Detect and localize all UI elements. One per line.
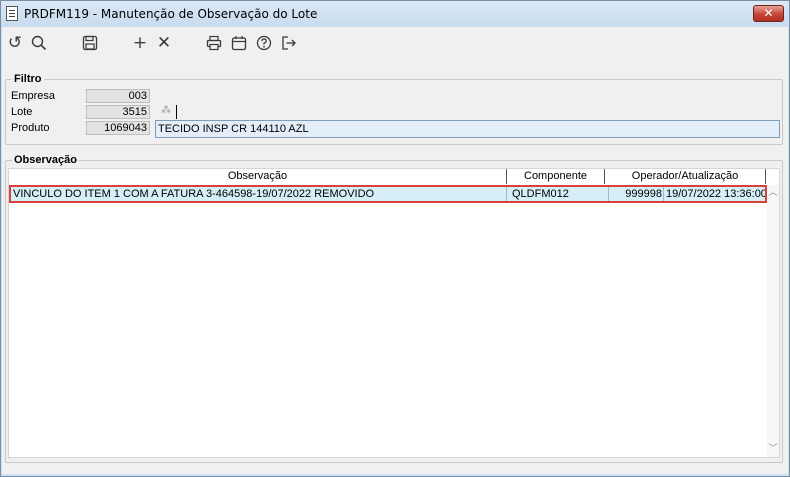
empresa-label: Empresa [11, 90, 56, 102]
column-header-componente[interactable]: Componente [507, 169, 605, 184]
column-header-observacao[interactable]: Observação [9, 169, 507, 184]
help-icon[interactable] [254, 33, 274, 53]
scroll-up-icon[interactable]: ︿ [768, 187, 778, 197]
empresa-field[interactable]: 003 [86, 89, 150, 103]
filter-group-title: Filtro [12, 73, 44, 86]
scroll-down-icon[interactable]: ﹀ [768, 443, 778, 453]
cell-observacao: VINCULO DO ITEM 1 COM A FATURA 3-464598-… [13, 187, 507, 201]
app-window: PRDFM119 - Manutenção de Observação do L… [0, 0, 790, 477]
exit-icon[interactable] [279, 33, 299, 53]
search-icon[interactable] [29, 33, 49, 53]
save-icon[interactable] [80, 33, 100, 53]
produto-label: Produto [11, 122, 50, 134]
vertical-scrollbar[interactable]: ︿ ﹀ [767, 185, 779, 457]
observacao-group-title: Observação [12, 154, 79, 167]
cell-atualizacao: 19/07/2022 13:36:00 [666, 188, 765, 200]
add-icon[interactable]: + [130, 33, 150, 53]
cell-operador: 999998 [609, 187, 664, 201]
produto-code-field[interactable]: 1069043 [86, 121, 150, 135]
print-icon[interactable] [204, 33, 224, 53]
client-area: ↺ + ✕ Filtro Empresa 003 Lote 3515 ⁂ Pro… [2, 27, 788, 474]
lote-field[interactable]: 3515 [86, 105, 150, 119]
column-header-operador[interactable]: Operador/Atualização [605, 169, 766, 184]
lote-label: Lote [11, 106, 33, 118]
undo-icon[interactable]: ↺ [5, 33, 25, 53]
calendar-icon[interactable] [229, 33, 249, 53]
cancel-icon[interactable]: ✕ [154, 33, 174, 53]
observacao-grid: Observação Componente Operador/Atualizaç… [8, 168, 780, 458]
produto-description-field[interactable]: TECIDO INSP CR 144110 AZL [155, 120, 780, 138]
toolbar: ↺ + ✕ [2, 27, 788, 59]
table-row[interactable]: VINCULO DO ITEM 1 COM A FATURA 3-464598-… [9, 185, 767, 203]
window-title: PRDFM119 - Manutenção de Observação do L… [24, 7, 318, 21]
document-icon [6, 6, 18, 21]
close-button[interactable]: ✕ [753, 5, 784, 22]
cell-componente: QLDFM012 [511, 187, 609, 201]
title-bar[interactable]: PRDFM119 - Manutenção de Observação do L… [1, 1, 789, 27]
text-cursor [176, 105, 177, 119]
lookup-icon[interactable]: ⁂ [156, 104, 176, 120]
